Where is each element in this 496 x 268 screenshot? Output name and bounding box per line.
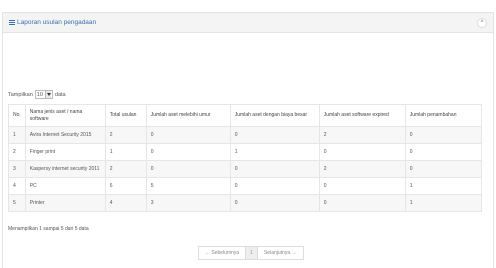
cell-high-cost: 1 <box>229 143 320 161</box>
table-info: Menampilkan 1 sampai 5 dari 5 data <box>8 226 89 232</box>
table-row: 5 Printer 4 3 0 0 1 <box>8 194 483 212</box>
cell-high-cost: 0 <box>229 160 320 178</box>
length-prefix: Tampilkan <box>8 91 33 98</box>
cell-additions: 1 <box>404 177 483 195</box>
cell-name: PC <box>24 177 106 195</box>
cell-no: 2 <box>8 143 26 161</box>
cell-no: 5 <box>8 194 26 212</box>
cell-over-age: 3 <box>145 194 231 212</box>
chevron-down-icon <box>44 91 51 98</box>
table-row: 2 Finger print 1 0 1 0 0 <box>8 143 483 161</box>
cell-high-cost: 0 <box>229 177 320 195</box>
cell-expired: 0 <box>318 143 406 161</box>
cell-name: Finger print <box>24 143 106 161</box>
column-header-total[interactable]: Total usulan <box>104 104 147 127</box>
column-header-expired[interactable]: Jumlah aset software expired <box>318 104 406 127</box>
page-length-control: Tampilkan 10 data <box>8 90 66 99</box>
panel-header: Laporan usulan pengadaan ^ <box>3 13 493 33</box>
previous-page-button[interactable]: ← Sebelumnya <box>199 247 247 259</box>
cell-additions: 0 <box>404 143 483 161</box>
page-length-select[interactable]: 10 <box>34 90 53 99</box>
next-page-button[interactable]: Selanjutnya → <box>258 247 303 259</box>
panel-title: Laporan usulan pengadaan <box>9 19 96 26</box>
column-header-additions[interactable]: Jumlah penambahan <box>404 104 483 127</box>
cell-over-age: 0 <box>145 126 231 144</box>
cell-over-age: 0 <box>145 160 231 178</box>
column-header-name[interactable]: Nama jenis aset / nama software <box>24 104 106 127</box>
cell-expired: 2 <box>318 126 406 144</box>
table-row: 4 PC 6 5 0 0 1 <box>8 177 483 195</box>
column-header-no[interactable]: No. <box>8 104 26 127</box>
cell-additions: 1 <box>404 194 483 212</box>
cell-name: Printer <box>24 194 106 212</box>
cell-over-age: 0 <box>145 143 231 161</box>
column-header-high-cost[interactable]: Jumlah aset dengan biaya besar <box>229 104 320 127</box>
collapse-button[interactable]: ^ <box>477 18 487 28</box>
table-row: 1 Avira Internet Security 2015 2 0 0 2 0 <box>8 126 483 144</box>
panel-title-text: Laporan usulan pengadaan <box>17 19 97 26</box>
column-header-over-age[interactable]: Jumlah aset melebihi umur <box>145 104 231 127</box>
cell-total: 1 <box>104 143 147 161</box>
report-table: No. Nama jenis aset / nama software Tota… <box>8 104 483 212</box>
cell-expired: 0 <box>318 177 406 195</box>
cell-total: 2 <box>104 160 147 178</box>
page-1-button[interactable]: 1 <box>246 247 258 259</box>
cell-additions: 0 <box>404 160 483 178</box>
cell-expired: 0 <box>318 194 406 212</box>
pagination: ← Sebelumnya 1 Selanjutnya → <box>198 246 304 260</box>
cell-high-cost: 0 <box>229 194 320 212</box>
cell-high-cost: 0 <box>229 126 320 144</box>
cell-expired: 2 <box>318 160 406 178</box>
cell-over-age: 5 <box>145 177 231 195</box>
cell-total: 2 <box>104 126 147 144</box>
cell-total: 6 <box>104 177 147 195</box>
cell-name: Avira Internet Security 2015 <box>24 126 106 144</box>
cell-no: 1 <box>8 126 26 144</box>
cell-additions: 0 <box>404 126 483 144</box>
menu-icon <box>9 20 15 25</box>
table-header-row: No. Nama jenis aset / nama software Tota… <box>8 104 483 127</box>
cell-no: 4 <box>8 177 26 195</box>
table-row: 3 Kaspersy internet security 2011 2 0 0 … <box>8 160 483 178</box>
page-length-value: 10 <box>36 91 43 98</box>
length-suffix: data <box>54 91 66 98</box>
cell-total: 4 <box>104 194 147 212</box>
cell-name: Kaspersy internet security 2011 <box>24 160 106 178</box>
cell-no: 3 <box>8 160 26 178</box>
